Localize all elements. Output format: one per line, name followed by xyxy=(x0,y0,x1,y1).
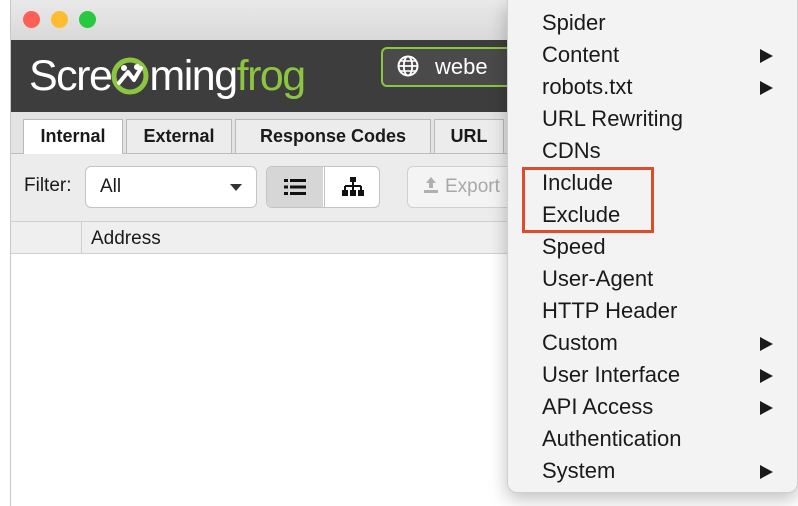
url-input-value: webe xyxy=(435,54,488,79)
highlight-annotation-box xyxy=(522,167,654,233)
tab-external[interactable]: External xyxy=(126,119,232,153)
menu-item-system[interactable]: System xyxy=(508,455,797,487)
address-column-header[interactable]: Address xyxy=(91,228,161,250)
menu-item-authentication[interactable]: Authentication xyxy=(508,423,797,455)
filter-select-value: All xyxy=(100,176,122,197)
frog-logo-icon xyxy=(111,57,149,95)
upload-icon xyxy=(424,177,438,193)
menu-item-spider[interactable]: Spider xyxy=(508,7,797,39)
list-icon xyxy=(284,179,306,195)
submenu-arrow-icon xyxy=(760,49,773,63)
tab-response-codes[interactable]: Response Codes xyxy=(235,119,431,153)
globe-icon xyxy=(397,55,419,77)
chevron-down-icon xyxy=(230,184,242,191)
menu-item-custom[interactable]: Custom xyxy=(508,327,797,359)
submenu-arrow-icon xyxy=(760,369,773,383)
menu-item-url-rewriting[interactable]: URL Rewriting xyxy=(508,103,797,135)
maximize-window-button[interactable] xyxy=(79,11,96,28)
submenu-arrow-icon xyxy=(760,337,773,351)
menu-item-user-interface[interactable]: User Interface xyxy=(508,359,797,391)
menu-item-robots-txt[interactable]: robots.txt xyxy=(508,71,797,103)
filter-label: Filter: xyxy=(24,175,72,196)
view-toggle xyxy=(266,166,380,208)
app-logo: Scre mingfrog xyxy=(29,52,306,100)
menu-item-cdns[interactable]: CDNs xyxy=(508,135,797,167)
menu-item-speed[interactable]: Speed xyxy=(508,231,797,263)
tree-view-button[interactable] xyxy=(324,167,379,207)
tab-url[interactable]: URL xyxy=(434,119,504,153)
submenu-arrow-icon xyxy=(760,81,773,95)
submenu-arrow-icon xyxy=(760,465,773,479)
list-view-button[interactable] xyxy=(267,167,323,207)
sitemap-icon xyxy=(342,177,364,196)
configuration-menu: Spider Content robots.txt URL Rewriting … xyxy=(507,0,798,493)
menu-item-api-access[interactable]: API Access xyxy=(508,391,797,423)
export-button-label: Export xyxy=(445,176,500,197)
filter-select[interactable]: All xyxy=(85,166,257,208)
menu-item-content[interactable]: Content xyxy=(508,39,797,71)
menu-item-http-header[interactable]: HTTP Header xyxy=(508,295,797,327)
close-window-button[interactable] xyxy=(23,11,40,28)
tab-internal[interactable]: Internal xyxy=(23,119,123,154)
minimize-window-button[interactable] xyxy=(51,11,68,28)
row-number-header xyxy=(11,222,82,253)
menu-item-user-agent[interactable]: User-Agent xyxy=(508,263,797,295)
submenu-arrow-icon xyxy=(760,401,773,415)
